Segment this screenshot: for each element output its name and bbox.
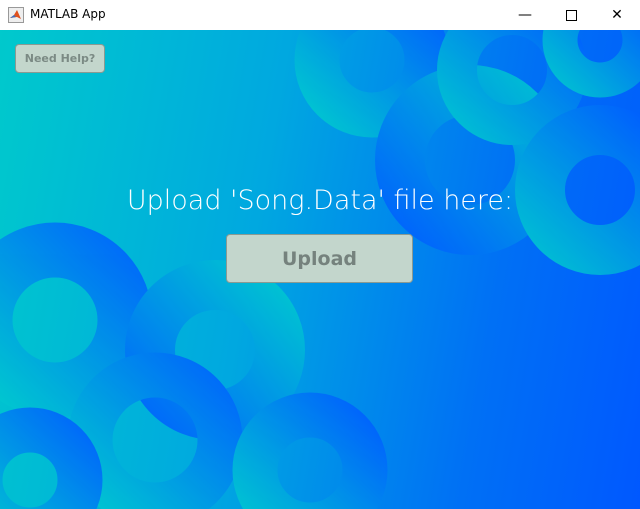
upload-button[interactable]: Upload: [226, 234, 413, 283]
close-icon: ✕: [611, 7, 623, 23]
maximize-button[interactable]: [548, 0, 594, 30]
app-canvas: Need Help? Upload 'Song.Data' file here:…: [0, 30, 640, 509]
matlab-logo-icon: [8, 7, 24, 23]
maximize-icon: [565, 9, 577, 21]
window-title: MATLAB App: [30, 7, 106, 21]
close-button[interactable]: ✕: [594, 0, 640, 30]
minimize-icon: —: [518, 7, 532, 23]
upload-heading: Upload 'Song.Data' file here:: [126, 185, 514, 216]
minimize-button[interactable]: —: [502, 0, 548, 30]
need-help-button[interactable]: Need Help?: [15, 44, 105, 73]
title-bar: MATLAB App — ✕: [0, 0, 640, 30]
